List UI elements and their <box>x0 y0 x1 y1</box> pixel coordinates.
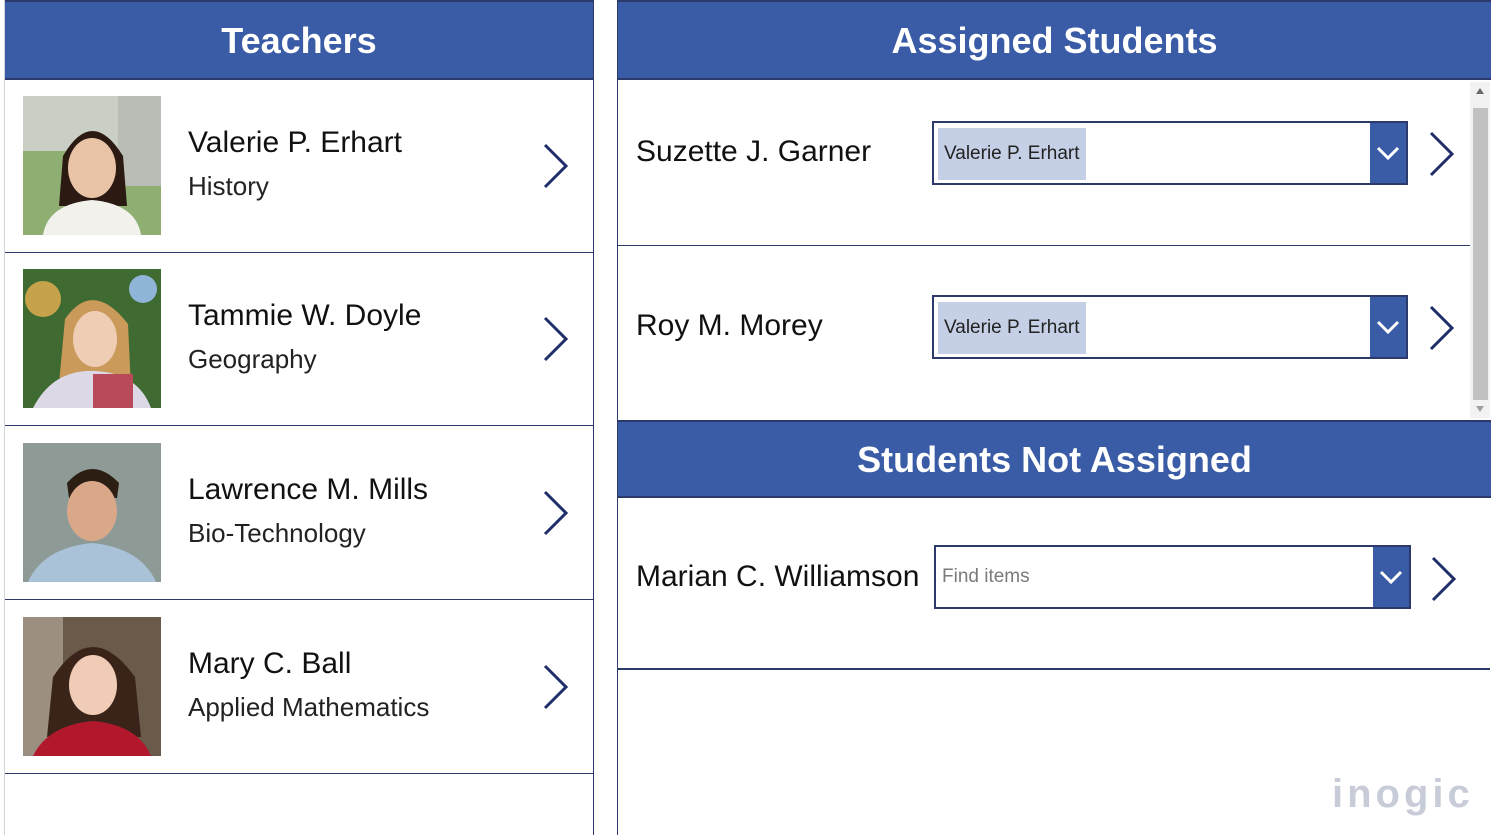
teacher-combobox[interactable]: Valerie P. Erhart <box>932 121 1408 185</box>
teacher-subject: History <box>188 171 269 201</box>
teacher-combobox[interactable]: Valerie P. Erhart <box>932 295 1408 359</box>
find-items-placeholder[interactable]: Find items <box>942 547 1030 607</box>
chevron-down-icon[interactable] <box>1373 547 1409 607</box>
inogic-logo: inogic <box>1332 772 1474 816</box>
assigned-student-row: Roy M. Morey Valerie P. Erhart <box>618 247 1470 419</box>
teacher-photo <box>23 617 161 756</box>
teacher-name: Tammie W. Doyle <box>188 299 422 332</box>
chevron-right-icon[interactable] <box>1426 304 1456 352</box>
chevron-right-icon[interactable] <box>540 142 570 190</box>
students-panel: Assigned Students Suzette J. Garner Vale… <box>617 0 1491 835</box>
teacher-photo <box>23 443 161 582</box>
teacher-row[interactable]: Tammie W. Doyle Geography <box>5 253 593 426</box>
chevron-down-icon[interactable] <box>1370 123 1406 183</box>
assigned-students-header: Assigned Students <box>618 0 1491 80</box>
scroll-down-icon[interactable] <box>1476 406 1484 412</box>
student-name: Suzette J. Garner <box>636 135 872 168</box>
unassigned-student-row: Marian C. Williamson Find items <box>618 498 1490 670</box>
scrollbar-thumb[interactable] <box>1473 108 1488 400</box>
teacher-name: Valerie P. Erhart <box>188 126 402 159</box>
teacher-name: Mary C. Ball <box>188 647 352 680</box>
chevron-right-icon[interactable] <box>1428 555 1458 603</box>
chevron-right-icon[interactable] <box>1426 130 1456 178</box>
teacher-photo <box>23 269 161 408</box>
teacher-name: Lawrence M. Mills <box>188 473 429 506</box>
teacher-search-combobox[interactable]: Find items <box>934 545 1411 609</box>
selected-teacher-tag[interactable]: Valerie P. Erhart <box>938 128 1086 180</box>
teachers-header: Teachers <box>5 0 593 80</box>
selected-teacher-tag[interactable]: Valerie P. Erhart <box>938 302 1086 354</box>
teacher-row[interactable]: Lawrence M. Mills Bio-Technology <box>5 427 593 600</box>
assigned-student-row: Suzette J. Garner Valerie P. Erhart <box>618 80 1470 246</box>
chevron-down-icon[interactable] <box>1370 297 1406 357</box>
teacher-row[interactable]: Valerie P. Erhart History <box>5 80 593 253</box>
teacher-row[interactable]: Mary C. Ball Applied Mathematics <box>5 601 593 774</box>
students-not-assigned-header: Students Not Assigned <box>618 420 1491 498</box>
teacher-subject: Bio-Technology <box>188 518 366 548</box>
assigned-list-scrollbar[interactable] <box>1470 82 1490 418</box>
chevron-right-icon[interactable] <box>540 663 570 711</box>
teacher-subject: Geography <box>188 344 317 374</box>
scroll-up-icon[interactable] <box>1476 88 1484 94</box>
teachers-panel: Teachers Valerie P. Erhart History Tammi… <box>4 0 594 835</box>
teacher-photo <box>23 96 161 235</box>
student-name: Marian C. Williamson <box>636 560 920 593</box>
teacher-subject: Applied Mathematics <box>188 692 430 722</box>
student-name: Roy M. Morey <box>636 309 823 342</box>
chevron-right-icon[interactable] <box>540 489 570 537</box>
chevron-right-icon[interactable] <box>540 315 570 363</box>
